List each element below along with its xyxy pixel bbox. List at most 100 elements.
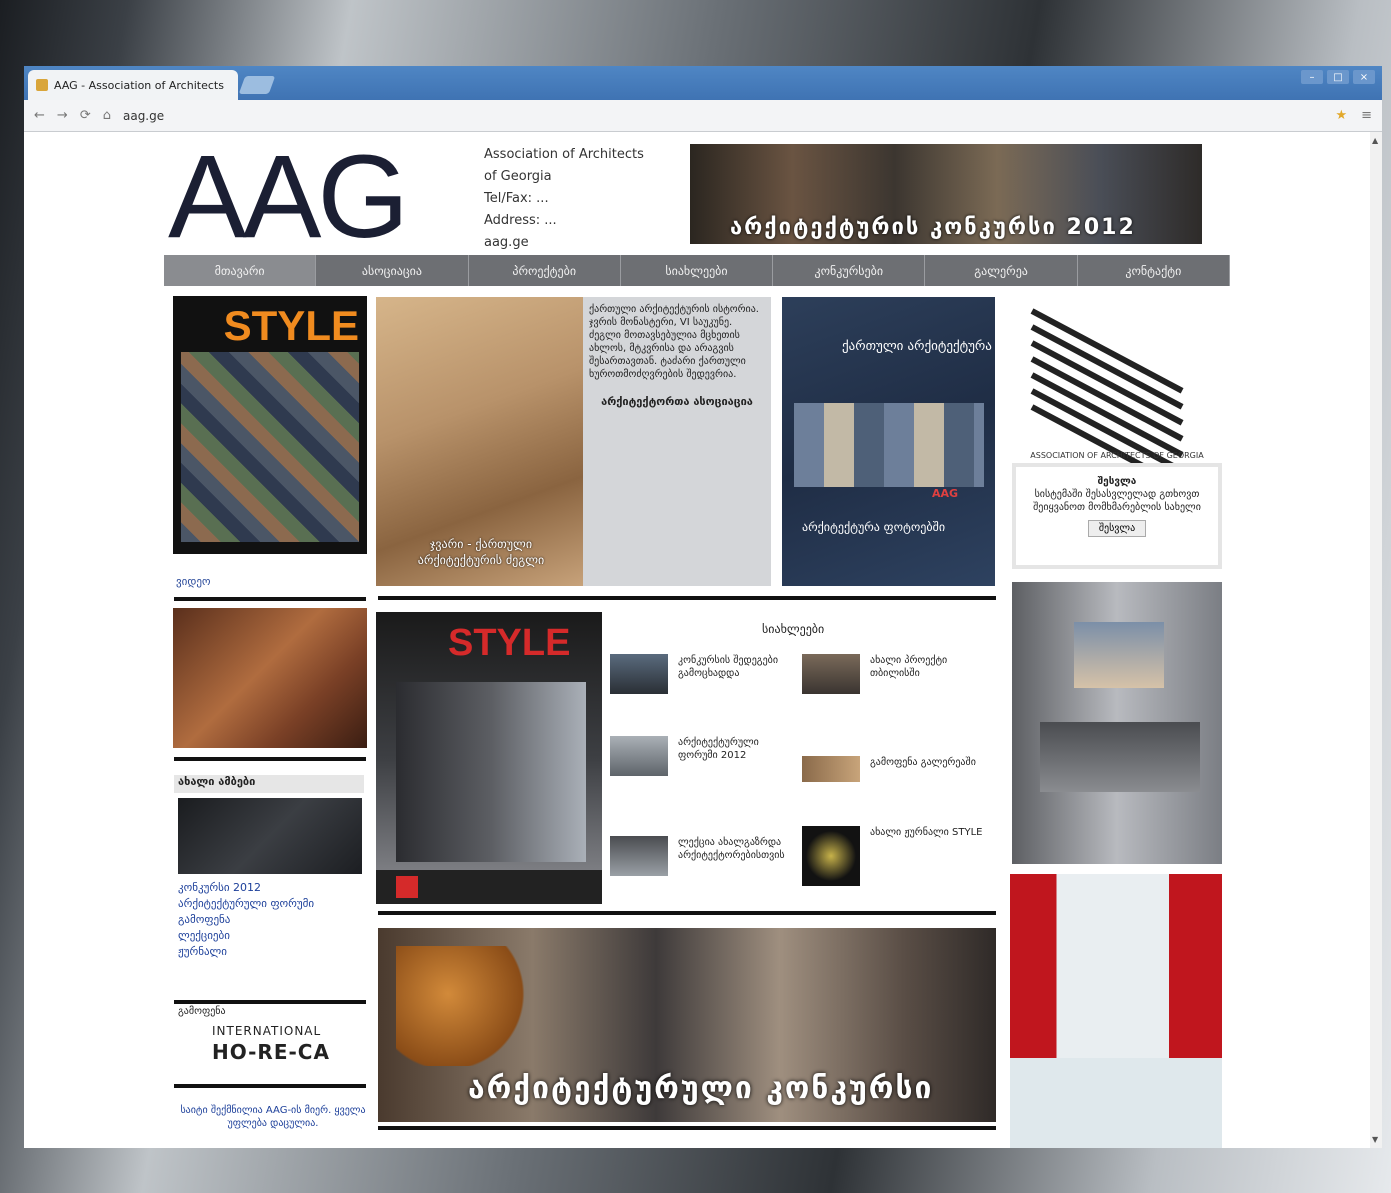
forward-icon[interactable]: → [57,108,68,123]
church-image[interactable]: ჯვარი - ქართული არქიტექტურის ძეგლი [376,297,583,586]
banner-caption: არქიტექტურის კონკურსი 2012 [730,215,1136,240]
address-line: Tel/Fax: ... [484,191,549,206]
association-logo[interactable]: ASSOCIATION OF ARCHITECTS OF GEORGIA [1012,298,1222,490]
header-banner[interactable]: არქიტექტურის კონკურსი 2012 [690,144,1202,244]
church-signature: არქიტექტორთა ასოციაცია [601,395,753,408]
style-magazine-cover-2[interactable]: STYLE [376,612,602,904]
horeca-banner[interactable]: გამოფენა INTERNATIONAL HO-RE-CA [174,1000,366,1088]
address-line: aag.ge [484,235,529,250]
nav-item-home[interactable]: მთავარი [164,255,317,286]
browser-tab[interactable]: AAG - Association of Architects [28,70,238,100]
magazine-collage [181,352,359,542]
address-line: of Georgia [484,169,552,184]
cabinet-image [1040,722,1200,792]
news-title: ლექცია ახალგაზრდა არქიტექტორებისთვის [678,837,785,861]
video-thumbnail[interactable] [173,608,367,748]
scroll-up-icon[interactable]: ▲ [1372,136,1378,145]
news-item[interactable]: ახალი პროექტი თბილისში [802,654,992,714]
divider [378,596,996,600]
news-link[interactable]: კონკურსი 2012 [178,880,364,896]
magazine-title: STYLE [448,622,571,664]
nav-item-association[interactable]: ასოციაცია [316,255,469,286]
maximize-button[interactable]: □ [1327,70,1349,84]
home-icon[interactable]: ⌂ [103,108,111,123]
news-thumb [802,826,860,886]
news-title: ახალი პროექტი თბილისში [870,655,948,679]
main-nav: მთავარი ასოციაცია პროექტები სიახლეები კო… [164,255,1230,286]
news-item[interactable]: არქიტექტურული ფორუმი 2012 [610,736,800,796]
nav-item-gallery[interactable]: გალერეა [925,255,1078,286]
divider [378,911,996,915]
news-item[interactable]: კონკურსის შედეგები გამოცხადდა [610,654,800,714]
news-thumb [610,736,668,776]
denim-title: ქართული არქიტექტურა [842,339,992,354]
news-thumb [610,836,668,876]
news-link[interactable]: გამოფენა [178,912,364,928]
news-thumb [802,756,860,782]
login-text: სისტემაში შესასვლელად გთხოვთ შეიყვანოთ მ… [1033,489,1201,513]
footer-links[interactable]: საიტი შექმნილია AAG-ის მიერ. ყველა უფლებ… [178,1104,368,1130]
nav-item-competitions[interactable]: კონკურსები [773,255,926,286]
logo-footer-text: ASSOCIATION OF ARCHITECTS OF GEORGIA [1030,451,1204,460]
denim-subtitle: არქიტექტურა ფოტოებში [802,520,946,534]
news-item[interactable]: ლექცია ახალგაზრდა არქიტექტორებისთვის [610,836,800,896]
login-button[interactable]: შესვლა [1087,520,1147,537]
news-link[interactable]: არქიტექტურული ფორუმი [178,896,364,912]
browser-toolbar: ← → ⟳ ⌂ aag.ge ★ ≡ [24,100,1382,132]
divider [174,757,366,761]
news-title: კონკურსის შედეგები გამოცხადდა [678,655,779,679]
divider [174,597,366,601]
news-link[interactable]: ჟურნალი [178,944,364,960]
site-logo[interactable]: AAG [168,138,409,256]
news-thumbnail[interactable] [178,798,362,874]
address-bar[interactable]: aag.ge [123,109,164,123]
news-item[interactable]: ახალი ჟურნალი STYLE [802,826,992,886]
divider [378,1126,996,1130]
news-box-title: ახალი ამბები [174,775,364,793]
denim-banner[interactable]: ქართული არქიტექტურა AAG არქიტექტურა ფოტო… [782,297,995,586]
login-box: შესვლა სისტემაში შესასვლელად გთხოვთ შეიყ… [1012,463,1222,569]
magazine-title: STYLE [223,302,359,349]
address-line: Association of Architects [484,147,644,162]
horeca-line1: INTERNATIONAL [212,1024,322,1038]
bathroom-ad[interactable] [1012,582,1222,864]
news-thumb [610,654,668,694]
scroll-down-icon[interactable]: ▼ [1372,1135,1378,1144]
scrollbar[interactable]: ▲ ▼ [1370,132,1382,1148]
denim-red-text: AAG [932,487,959,500]
horeca-small-text: გამოფენა [178,1006,226,1017]
close-button[interactable]: × [1353,70,1375,84]
magazine-footer [376,870,602,904]
window-controls: – □ × [1301,70,1375,84]
nav-item-projects[interactable]: პროექტები [469,255,621,286]
style-magazine-cover[interactable]: STYLE [173,296,367,554]
nav-item-contact[interactable]: კონტაქტი [1078,255,1230,286]
news-thumb [802,654,860,694]
login-title: შესვლა [1097,476,1137,487]
bathroom-ad-red[interactable] [1010,874,1222,1148]
church-caption: ჯვარი - ქართული არქიტექტურის ძეგლი [417,537,545,567]
bookmark-star-icon[interactable]: ★ [1335,108,1347,123]
menu-icon[interactable]: ≡ [1361,108,1372,123]
news-title: არქიტექტურული ფორუმი 2012 [678,737,759,761]
news-item[interactable]: გამოფენა გალერეაში [802,756,992,796]
church-text-block: ქართული არქიტექტურის ისტორია. ჯვრის მონა… [583,297,771,586]
nav-item-news[interactable]: სიახლეები [621,255,774,286]
denim-photos [794,403,984,487]
competition-banner[interactable]: არქიტექტურული კონკურსი [378,928,996,1122]
news-link[interactable]: ლექციები [178,928,364,944]
news-heading: სიახლეები [762,622,825,636]
address-line: Address: ... [484,213,557,228]
video-label[interactable]: ვიდეო [176,575,211,588]
minimize-button[interactable]: – [1301,70,1323,84]
back-icon[interactable]: ← [34,108,45,123]
header-address: Association of Architects of Georgia Tel… [484,144,674,254]
magazine-photo [396,682,586,862]
ionic-column-icon [396,946,526,1066]
news-title: ახალი ჟურნალი STYLE [870,827,983,838]
reload-icon[interactable]: ⟳ [80,108,91,123]
mirror-image [1074,622,1164,688]
news-links: კონკურსი 2012 არქიტექტურული ფორუმი გამოფ… [178,880,364,960]
magazine-logo-icon [396,876,418,898]
competition-caption: არქიტექტურული კონკურსი [468,1071,934,1106]
